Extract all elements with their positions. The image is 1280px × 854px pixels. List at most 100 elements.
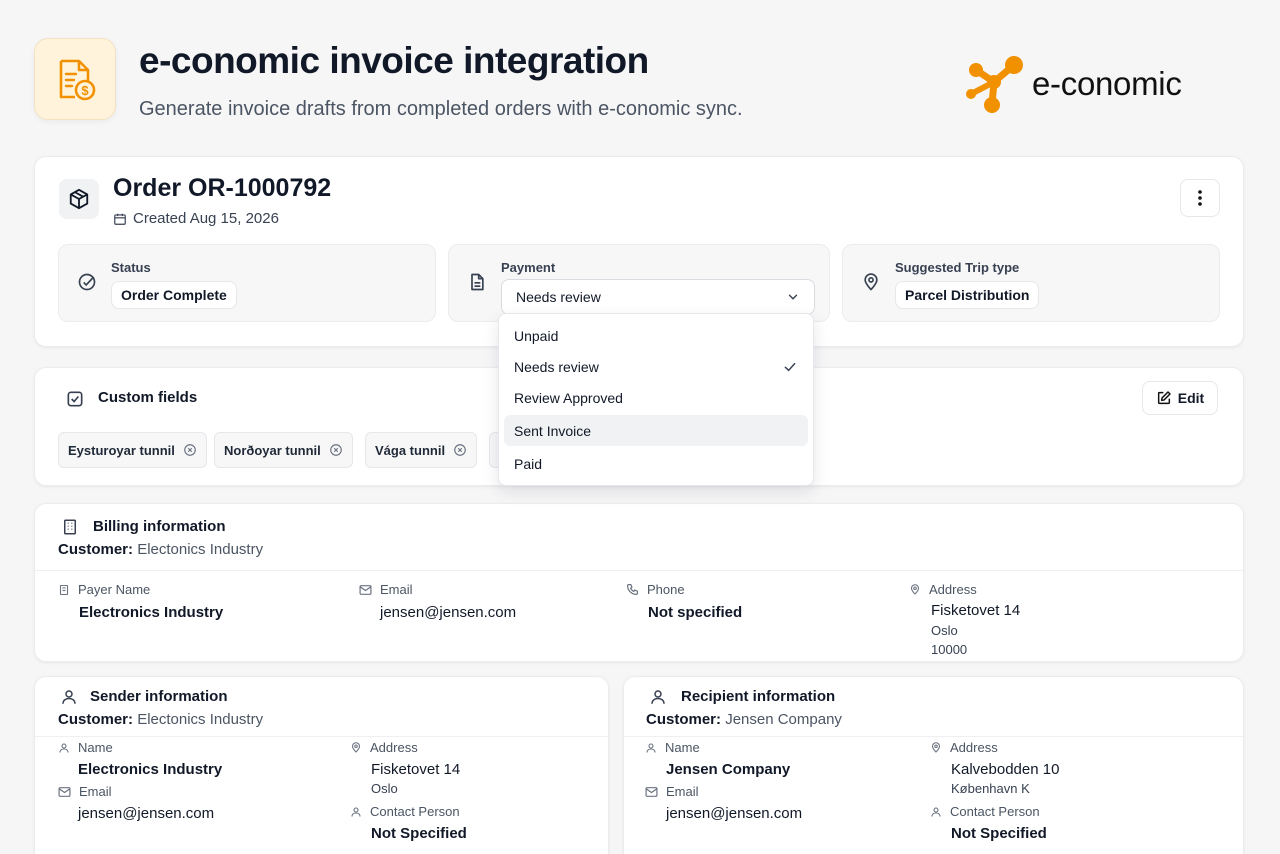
menu-item-label: Paid xyxy=(514,455,543,472)
phone-icon xyxy=(627,584,638,595)
svg-text:$: $ xyxy=(81,83,89,98)
address-city: København K xyxy=(951,781,1030,796)
menu-item-label: Review Approved xyxy=(514,389,623,406)
building-small-icon xyxy=(59,584,69,595)
menu-item-review-approved[interactable]: Review Approved xyxy=(504,382,808,413)
recipient-title: Recipient information xyxy=(681,688,836,705)
checkbox-icon xyxy=(67,391,83,407)
name-value: Jensen Company xyxy=(666,761,791,778)
order-created-date: Created Aug 15, 2026 xyxy=(113,210,279,227)
document-icon xyxy=(471,273,484,291)
building-icon xyxy=(64,519,76,535)
address-label: Address xyxy=(350,740,418,755)
menu-item-paid[interactable]: Paid xyxy=(504,448,808,479)
address-line1: Fisketovet 14 xyxy=(931,602,1021,619)
billing-card: Billing information Customer: Electonics… xyxy=(34,503,1244,662)
page-subtitle: Generate invoice drafts from completed o… xyxy=(139,98,743,120)
menu-item-needs-review[interactable]: Needs review xyxy=(504,351,808,382)
custom-field-tag: Norðoyar tunnil xyxy=(214,432,353,468)
name-label: Name xyxy=(645,740,700,755)
invoice-dollar-icon: $ xyxy=(59,59,96,101)
address-line1: Fisketovet 14 xyxy=(371,761,461,778)
edit-button[interactable]: Edit xyxy=(1142,381,1218,415)
trip-type-field: Suggested Trip type Parcel Distribution xyxy=(842,244,1220,322)
email-label: Email xyxy=(58,784,112,799)
contact-person-value: Not Specified xyxy=(371,825,467,842)
tag-label: Vága tunnil xyxy=(375,442,446,458)
chevron-down-icon xyxy=(788,294,798,300)
contact-person-value: Not Specified xyxy=(951,825,1047,842)
address-line1: Kalvebodden 10 xyxy=(951,761,1060,778)
remove-tag-icon[interactable] xyxy=(453,443,467,457)
billing-title: Billing information xyxy=(93,518,226,535)
payment-select[interactable]: Needs review xyxy=(501,279,815,315)
address-label: Address xyxy=(930,740,998,755)
user-icon xyxy=(651,690,665,704)
menu-item-label: Needs review xyxy=(514,358,599,375)
email-value: jensen@jensen.com xyxy=(666,805,803,822)
trip-type-badge: Parcel Distribution xyxy=(895,281,1040,309)
calendar-icon xyxy=(114,213,126,225)
app-logo: $ xyxy=(34,38,116,120)
name-value: Electronics Industry xyxy=(78,761,223,778)
map-pin-icon xyxy=(910,584,920,595)
payment-label: Payment xyxy=(501,260,556,275)
menu-item-unpaid[interactable]: Unpaid xyxy=(504,320,808,351)
user-icon xyxy=(62,690,76,704)
edit-icon xyxy=(1157,391,1171,405)
divider xyxy=(35,570,1243,571)
address-zip: 10000 xyxy=(931,642,968,657)
custom-field-tag: Vága tunnil xyxy=(365,432,478,468)
sender-card: Sender information Customer: Electonics … xyxy=(34,676,609,854)
payment-field: Payment Needs review xyxy=(448,244,830,322)
customer-label: Customer: xyxy=(58,711,134,728)
status-field: Status Order Complete xyxy=(58,244,436,322)
check-circle-icon xyxy=(78,273,96,291)
sender-title: Sender information xyxy=(90,688,228,705)
custom-fields-title: Custom fields xyxy=(98,389,198,406)
address-city: Oslo xyxy=(931,623,958,638)
trip-type-label: Suggested Trip type xyxy=(895,260,1020,275)
package-icon xyxy=(59,179,99,219)
billing-customer: Customer: Electonics Industry xyxy=(58,541,263,558)
email-label: Email xyxy=(359,582,413,597)
brand-name: e-conomic xyxy=(1032,65,1182,102)
recipient-card: Recipient information Customer: Jensen C… xyxy=(623,676,1244,854)
customer-value: Electonics Industry xyxy=(137,711,264,728)
email-value: jensen@jensen.com xyxy=(78,805,215,822)
payment-dropdown-menu: Unpaid Needs review Review Approved Sent… xyxy=(498,313,814,486)
address-label: Address xyxy=(909,582,977,597)
email-label: Email xyxy=(645,784,699,799)
brand-logo: e-conomic xyxy=(962,52,1182,116)
tag-label: Norðoyar tunnil xyxy=(224,442,321,458)
more-vertical-icon xyxy=(1198,190,1202,206)
remove-tag-icon[interactable] xyxy=(329,443,343,457)
custom-field-tag: Eysturoyar tunnil xyxy=(58,432,207,468)
map-pin-icon xyxy=(864,273,878,291)
more-options-button[interactable] xyxy=(1180,179,1220,217)
mail-icon xyxy=(645,786,658,797)
customer-label: Customer: xyxy=(646,711,722,728)
map-pin-icon xyxy=(351,742,361,753)
status-label: Status xyxy=(111,260,151,275)
tag-label: Eysturoyar tunnil xyxy=(68,442,175,458)
status-badge: Order Complete xyxy=(111,281,237,309)
order-title: Order OR-1000792 xyxy=(113,174,332,202)
phone-label: Phone xyxy=(626,582,685,597)
edit-label: Edit xyxy=(1177,390,1205,406)
address-city: Oslo xyxy=(371,781,398,796)
customer-value: Electonics Industry xyxy=(137,541,264,558)
menu-item-sent-invoice[interactable]: Sent Invoice xyxy=(504,415,808,446)
divider xyxy=(624,736,1243,737)
phone-value: Not specified xyxy=(648,604,743,621)
mail-icon xyxy=(359,584,372,595)
remove-tag-icon[interactable] xyxy=(183,443,197,457)
name-label: Name xyxy=(58,740,113,755)
divider xyxy=(35,736,608,737)
payment-select-value: Needs review xyxy=(516,289,601,305)
customer-label: Customer: xyxy=(58,541,134,558)
economic-logo-icon xyxy=(966,56,1023,113)
menu-item-label: Unpaid xyxy=(514,327,559,344)
user-small-icon xyxy=(59,742,69,753)
contact-person-label: Contact Person xyxy=(930,804,1040,819)
